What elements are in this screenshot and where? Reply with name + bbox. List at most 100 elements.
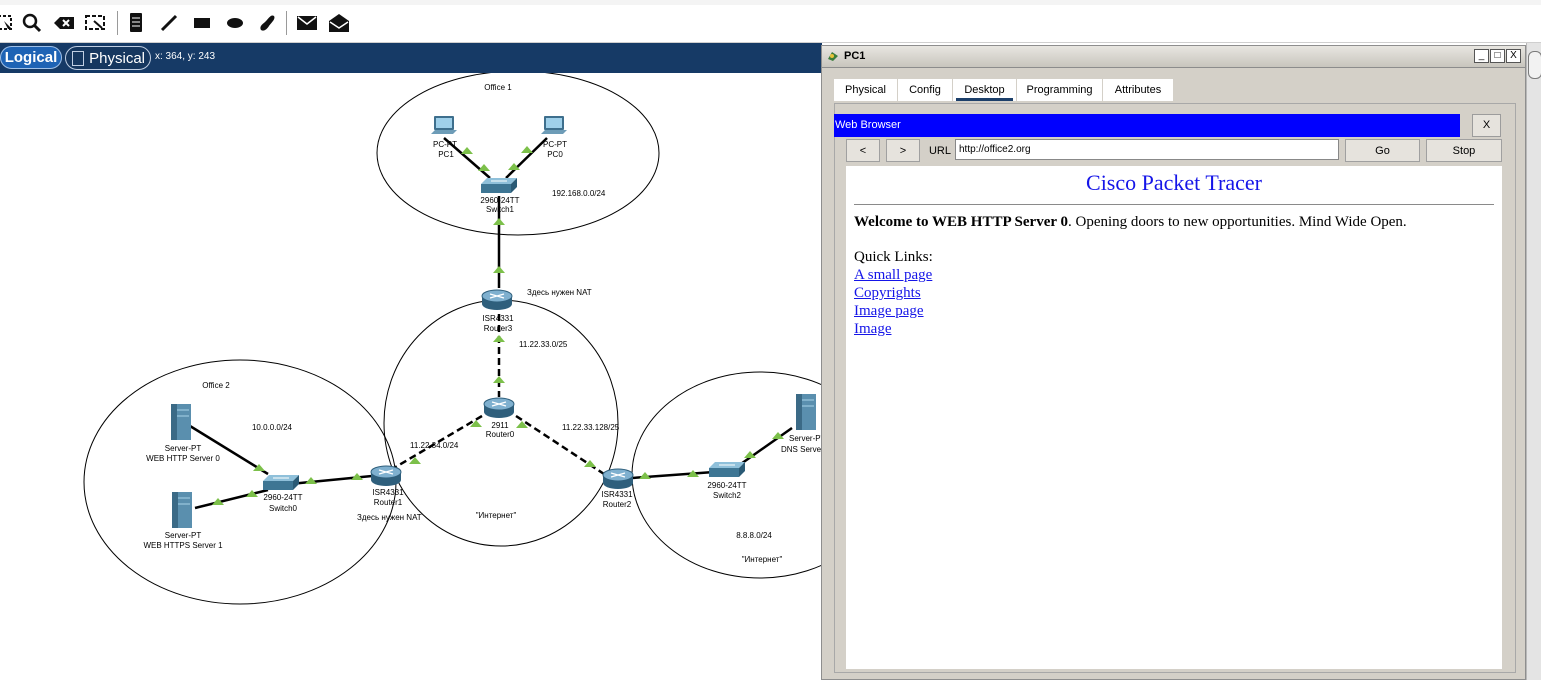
router1-icon[interactable] — [370, 465, 402, 487]
forward-button[interactable]: > — [886, 139, 920, 162]
server0-icon[interactable] — [170, 403, 192, 441]
router1-name-label: Router1 — [374, 498, 403, 507]
dns-server-name-label: DNS Server — [781, 445, 822, 454]
office2-network-label: 10.0.0.0/24 — [252, 423, 293, 432]
router3-icon[interactable] — [481, 289, 513, 311]
rectangle-icon[interactable] — [188, 9, 216, 37]
router1-type-label: ISR4331 — [372, 488, 404, 497]
pc1-type-label: PC-PT — [433, 140, 457, 149]
stop-button[interactable]: Stop — [1426, 139, 1502, 162]
inspect-icon[interactable] — [18, 9, 46, 37]
switch2-name-label: Switch2 — [713, 491, 742, 500]
topology-canvas: Office 1 PC-PT PC1 PC-PT PC0 2960-24TT S… — [83, 70, 889, 605]
router0-icon[interactable] — [483, 397, 515, 419]
office1-network-label: 192.168.0.0/24 — [552, 189, 606, 198]
tab-programming[interactable]: Programming — [1017, 79, 1103, 101]
router0-type-label: 2911 — [491, 421, 509, 430]
simple-pdu-icon[interactable] — [293, 9, 321, 37]
ellipse-icon[interactable] — [221, 9, 249, 37]
server1-type-label: Server-PT — [165, 531, 202, 540]
link-small-page[interactable]: A small page — [854, 267, 932, 284]
switch0-name-label: Switch0 — [269, 504, 298, 513]
physical-mode-button[interactable]: Physical — [65, 46, 151, 70]
link-image-page[interactable]: Image page — [854, 303, 924, 320]
workspace-mode-bar: Logical Physical x: 364, y: 243 — [0, 43, 822, 73]
router2-name-label: Router2 — [603, 500, 632, 509]
back-button[interactable]: < — [846, 139, 880, 162]
freeform-icon[interactable] — [253, 9, 281, 37]
dns-network-label: 8.8.8.0/24 — [736, 531, 772, 540]
welcome-text: Welcome to WEB HTTP Server 0. Opening do… — [854, 214, 1407, 231]
pc0-name-label: PC0 — [547, 150, 563, 159]
router3-type-label: ISR4331 — [482, 314, 514, 323]
tab-desktop[interactable]: Desktop — [953, 79, 1017, 101]
tab-config[interactable]: Config — [898, 79, 953, 101]
cursor-coordinates: x: 364, y: 243 — [155, 51, 216, 62]
logical-mode-button[interactable]: Logical — [0, 46, 62, 69]
url-input[interactable]: http://office2.org — [955, 139, 1339, 160]
network-links — [189, 137, 793, 510]
line-icon[interactable] — [155, 9, 183, 37]
physical-mode-label: Physical — [89, 49, 145, 67]
office1-label: Office 1 — [484, 83, 512, 92]
pc0-icon[interactable] — [541, 116, 567, 134]
link-network-label-2: 11.22.34.0/24 — [410, 441, 459, 450]
switch1-type-label: 2960-24TT — [480, 196, 519, 205]
switch0-icon[interactable] — [262, 474, 300, 491]
nat-note-router1: Здесь нужен NAT — [357, 513, 422, 522]
logical-mode-label: Logical — [4, 49, 58, 66]
right-sidebar — [1526, 43, 1541, 680]
switch2-type-label: 2960-24TT — [707, 481, 746, 490]
welcome-bold-text: Welcome to WEB HTTP Server 0 — [854, 214, 1069, 230]
dns-server-icon[interactable] — [795, 393, 817, 431]
switch2-icon[interactable] — [708, 461, 746, 478]
switch1-name-label: Switch1 — [486, 205, 515, 214]
office2-area — [83, 359, 397, 605]
packet-tracer-logo-icon — [828, 52, 838, 61]
internet-label-2: "Интернет" — [742, 555, 783, 564]
web-browser-close-button[interactable]: X — [1472, 114, 1501, 137]
pc1-device-window: PC1 _ □ X Physical Config Desktop Progra… — [821, 45, 1526, 680]
router3-name-label: Router3 — [484, 324, 513, 333]
page-heading: Cisco Packet Tracer — [1086, 170, 1262, 195]
link-copyrights[interactable]: Copyrights — [854, 285, 921, 302]
server0-name-label: WEB HTTP Server 0 — [146, 454, 220, 463]
physical-workspace-icon — [72, 51, 84, 66]
note-icon[interactable] — [122, 9, 150, 37]
switch1-icon[interactable] — [480, 177, 518, 194]
logical-workspace[interactable]: Office 1 PC-PT PC1 PC-PT PC0 2960-24TT S… — [0, 70, 889, 680]
minimize-button[interactable]: _ — [1474, 49, 1489, 63]
router2-type-label: ISR4331 — [601, 490, 633, 499]
select-icon[interactable] — [0, 9, 20, 37]
close-button[interactable]: X — [1506, 49, 1521, 63]
tab-attributes[interactable]: Attributes — [1103, 79, 1174, 101]
delete-icon[interactable] — [50, 9, 78, 37]
window-title: PC1 — [844, 50, 866, 62]
server1-name-label: WEB HTTPS Server 1 — [143, 541, 223, 550]
office1-area — [376, 70, 660, 236]
heading-divider — [854, 204, 1494, 205]
go-button[interactable]: Go — [1345, 139, 1420, 162]
welcome-rest-text: . Opening doors to new opportunities. Mi… — [1068, 214, 1407, 230]
tab-physical[interactable]: Physical — [834, 79, 898, 101]
main-toolbar — [0, 5, 1541, 43]
browser-page: Cisco Packet Tracer Welcome to WEB HTTP … — [846, 166, 1502, 669]
window-title-bar[interactable]: PC1 _ □ X — [822, 46, 1525, 68]
pc0-type-label: PC-PT — [543, 140, 567, 149]
url-label: URL — [928, 144, 951, 157]
server0-type-label: Server-PT — [165, 444, 202, 453]
pc1-name-label: PC1 — [438, 150, 454, 159]
dns-server-type-label: Server-PT — [789, 434, 822, 443]
sidebar-handle[interactable] — [1528, 51, 1541, 79]
maximize-button[interactable]: □ — [1490, 49, 1505, 63]
link-image[interactable]: Image — [854, 321, 891, 338]
router2-icon[interactable] — [602, 468, 634, 490]
nat-note-router3: Здесь нужен NAT — [527, 288, 592, 297]
internet-label-1: "Интернет" — [476, 511, 517, 520]
switch0-type-label: 2960-24TT — [263, 493, 302, 502]
server1-icon[interactable] — [171, 491, 193, 529]
link-network-label-1: 11.22.33.0/25 — [519, 340, 568, 349]
complex-pdu-icon[interactable] — [325, 9, 353, 37]
pc1-icon[interactable] — [431, 116, 457, 134]
resize-icon[interactable] — [82, 9, 110, 37]
